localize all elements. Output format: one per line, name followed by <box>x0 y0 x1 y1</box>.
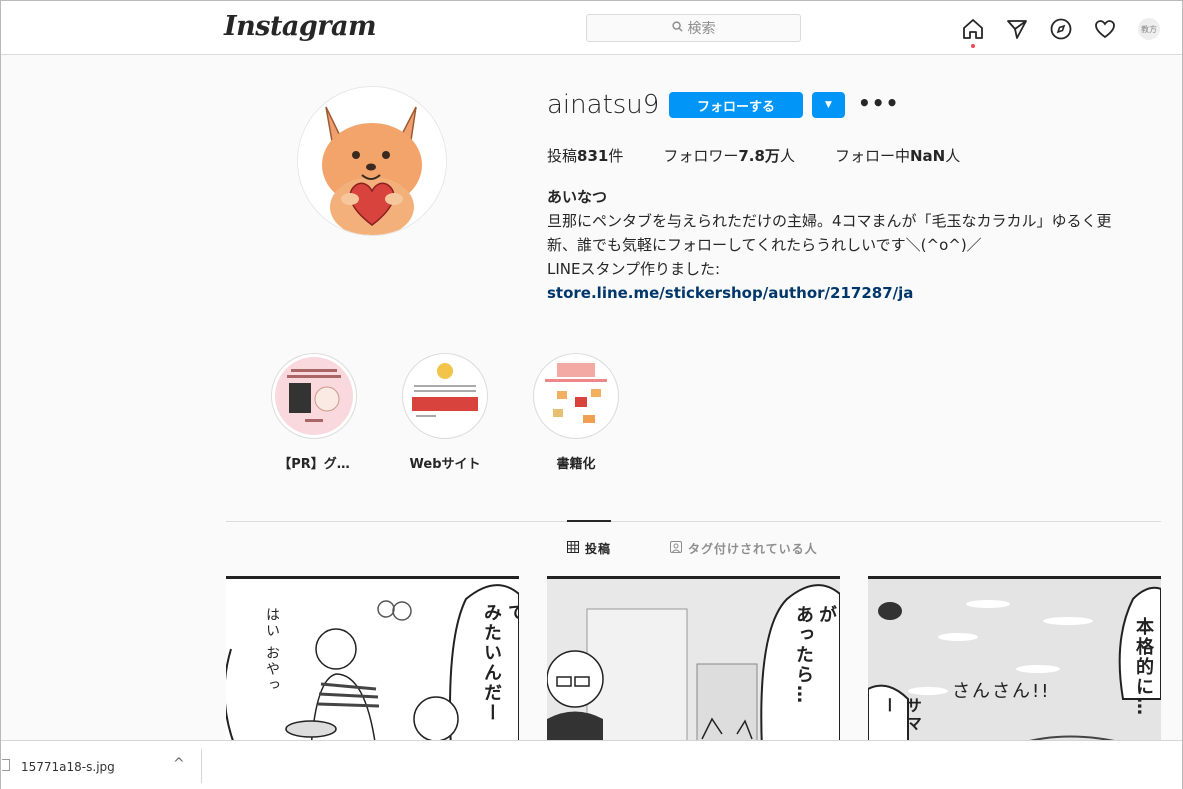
grid-icon <box>567 541 579 556</box>
highlight-label: 書籍化 <box>556 457 596 472</box>
search-placeholder: 検索 <box>687 21 716 37</box>
active-tab-indicator <box>567 520 611 522</box>
speech-text: もしつらいことが <box>816 605 837 625</box>
highlight-label: Webサイト <box>409 457 481 472</box>
profile-stats: 投稿831件 フォロワー7.8万人 フォロー中NaN人 <box>547 145 1000 166</box>
nav-icons: 教方 <box>959 15 1179 48</box>
bio-line: LINEスタンプ作りました: <box>547 260 721 278</box>
more-options-button[interactable]: ••• <box>858 91 899 115</box>
highlight-cover <box>406 357 484 435</box>
direct-message-icon[interactable] <box>1003 15 1031 43</box>
tab-posts[interactable]: 投稿 <box>567 540 611 557</box>
avatar: 教方 <box>1138 18 1160 40</box>
chevron-down-icon: ▼ <box>825 100 832 110</box>
suggested-accounts-button[interactable]: ▼ <box>812 92 845 118</box>
speech-text: あったら… <box>793 605 814 705</box>
search-input[interactable]: 検索 <box>586 14 801 42</box>
speech-text: さんさん!! <box>952 681 1051 702</box>
highlight-cover <box>537 357 615 435</box>
tagged-person-icon <box>670 541 682 556</box>
story-highlight-books[interactable]: 書籍化 <box>533 353 619 472</box>
speech-text: アルプスに行って <box>505 603 519 623</box>
highlight-cover <box>275 357 353 435</box>
tab-label: 投稿 <box>585 542 612 556</box>
post-thumbnail[interactable]: もしつらいことが あったら… <box>547 576 840 746</box>
notification-dot <box>971 44 975 48</box>
following-count[interactable]: フォロー中NaN人 <box>835 145 960 166</box>
story-highlight-website[interactable]: Webサイト <box>402 353 488 472</box>
cat-illustration-icon <box>298 87 446 235</box>
follow-button[interactable]: フォローする <box>669 92 803 118</box>
profile-username: ainatsu9 <box>547 90 660 120</box>
activity-heart-icon[interactable] <box>1091 15 1119 43</box>
search-icon <box>671 21 683 35</box>
profile-picture[interactable] <box>297 86 447 236</box>
speech-text: 本格的に… <box>1133 617 1154 717</box>
highlight-label: 【PR】グ… <box>278 457 350 472</box>
tabs-divider <box>226 521 1161 522</box>
followers-count[interactable]: フォロワー7.8万人 <box>663 145 795 166</box>
speech-text: はい おやっ <box>264 607 280 694</box>
tab-label: タグ付けされている人 <box>688 542 818 556</box>
bio-line: 新、誰でも気軽にフォローしてくれたらうれしいです＼(^o^)／ <box>547 236 982 254</box>
profile-avatar-icon[interactable]: 教方 <box>1135 15 1163 43</box>
file-icon <box>2 759 10 771</box>
instagram-logo[interactable]: Instagram <box>224 11 377 42</box>
top-navigation-bar: Instagram 検索 教方 <box>1 1 1182 55</box>
download-filename[interactable]: 15771a18-s.jpg <box>21 760 115 774</box>
bio-link[interactable]: store.line.me/stickershop/author/217287/… <box>547 281 1167 305</box>
profile-bio: あいなつ 旦那にペンタブを与えられただけの主婦。4コマまんが「毛玉なカラカル」ゆ… <box>547 185 1167 305</box>
post-thumbnail[interactable]: アルプスに行って みたいんだー はい おやっ <box>226 576 519 746</box>
tab-tagged[interactable]: タグ付けされている人 <box>670 540 818 557</box>
divider <box>201 749 202 783</box>
speech-text: みたいんだー <box>481 603 502 723</box>
home-icon[interactable] <box>959 15 987 48</box>
bio-line: 旦那にペンタブを与えられただけの主婦。4コマまんが「毛玉なカラカル」ゆるく更 <box>547 212 1112 230</box>
chevron-up-icon[interactable]: ^ <box>173 756 185 772</box>
posts-count: 投稿831件 <box>547 147 624 165</box>
speech-text: サマー <box>879 697 922 733</box>
post-thumbnail[interactable]: 本格的に… さんさん!! サマー <box>868 576 1161 746</box>
display-name: あいなつ <box>547 188 608 206</box>
explore-compass-icon[interactable] <box>1047 15 1075 43</box>
story-highlight-pr[interactable]: 【PR】グ… <box>271 353 357 472</box>
downloads-bar: 15771a18-s.jpg ^ <box>1 740 1182 789</box>
